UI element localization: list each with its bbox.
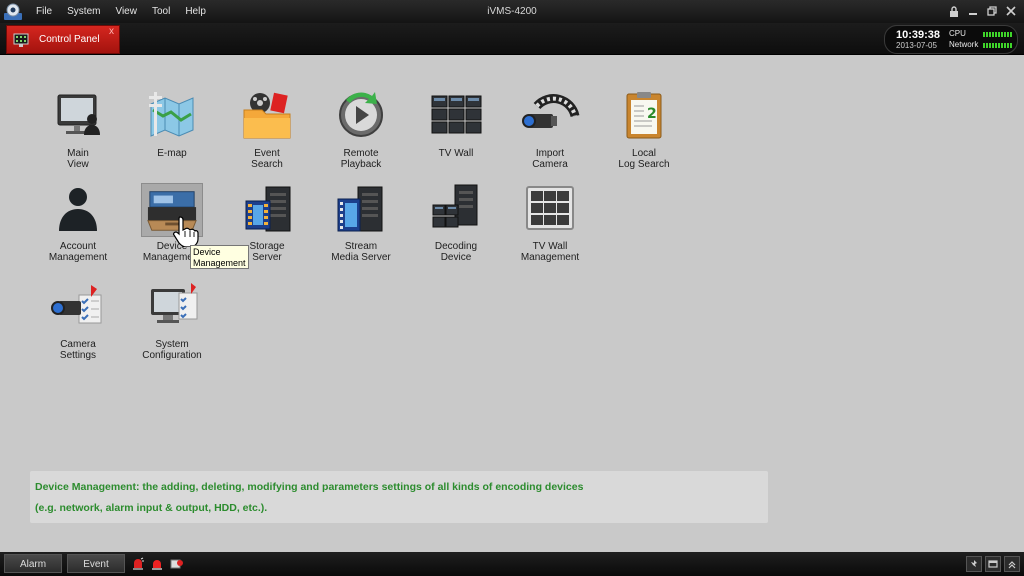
module-label-line1: Event <box>254 148 280 159</box>
fullscreen-icon[interactable] <box>985 556 1001 572</box>
module-label-line1: TV Wall <box>438 148 474 159</box>
app-logo-icon <box>3 2 23 21</box>
module-camera-settings[interactable]: Camera Settings <box>30 281 126 371</box>
collapse-up-icon[interactable] <box>1004 556 1020 572</box>
module-label-line2: Settings <box>59 350 97 361</box>
tab-control-panel[interactable]: Control Panel x <box>6 25 120 54</box>
network-label: Network <box>949 40 979 49</box>
module-label-line2: Management <box>48 252 108 263</box>
user-silhouette-icon <box>47 183 109 237</box>
stream-server-icon <box>330 183 392 237</box>
camera-settings-icon <box>47 281 109 335</box>
module-label-line1: E-map <box>157 148 187 159</box>
module-tv-wall-management[interactable]: TV Wall Management <box>502 183 598 273</box>
decoder-icon <box>425 183 487 237</box>
clipboard-icon: 2 <box>613 90 675 144</box>
tooltip-line2: Management <box>193 258 246 268</box>
cpu-label: CPU <box>949 29 966 38</box>
module-label-line1: Import <box>535 148 565 159</box>
module-label-line2: Device <box>440 252 472 263</box>
module-label-line1: System <box>155 339 189 350</box>
tv-wall-icon <box>425 90 487 144</box>
alarm-light-icon[interactable] <box>151 557 163 571</box>
module-label-line2: Log Search <box>618 159 670 170</box>
module-account-management[interactable]: Account Management <box>30 183 126 273</box>
module-label-line1: Remote <box>343 148 379 159</box>
module-decoding-device[interactable]: Decoding Device <box>408 183 504 273</box>
control-panel-icon <box>13 32 29 48</box>
module-label-line2: Camera <box>532 159 568 170</box>
event-tab[interactable]: Event <box>67 554 125 573</box>
svg-text:2: 2 <box>647 106 657 122</box>
menu-bar: File System View Tool Help iVMS-4200 <box>0 0 1024 23</box>
camera-film-icon <box>519 90 581 144</box>
description-panel: Device Management: the adding, deleting,… <box>30 471 768 523</box>
module-label-line1: TV Wall <box>532 241 568 252</box>
module-label-line1: Main <box>67 148 89 159</box>
grid-screen-icon <box>519 183 581 237</box>
event-folder-icon <box>236 90 298 144</box>
module-local-log-search[interactable]: 2 Local Log Search <box>596 90 692 180</box>
network-meter <box>983 43 1013 48</box>
module-label-line2: Configuration <box>142 350 202 361</box>
module-e-map[interactable]: E-map <box>124 90 220 180</box>
description-line1: Device Management: the adding, deleting,… <box>35 481 584 493</box>
module-tv-wall[interactable]: TV Wall <box>408 90 504 180</box>
window-controls <box>942 4 1018 18</box>
module-label-line2: Media Server <box>331 252 391 263</box>
tooltip-line1: Device <box>193 247 221 257</box>
playback-icon <box>330 90 392 144</box>
menu-view[interactable]: View <box>115 0 137 23</box>
menu-file[interactable]: File <box>36 0 52 23</box>
module-event-search[interactable]: Event Search <box>219 90 315 180</box>
module-label-line1: Camera <box>60 339 96 350</box>
monitor-settings-icon <box>141 281 203 335</box>
module-system-configuration[interactable]: System Configuration <box>124 281 220 371</box>
tooltip: Device Management <box>190 245 249 269</box>
pin-icon[interactable] <box>966 556 982 572</box>
module-label-line1: Decoding <box>434 241 478 252</box>
menu-help[interactable]: Help <box>185 0 206 23</box>
module-label-line2: View <box>67 159 89 170</box>
module-import-camera[interactable]: Import Camera <box>502 90 598 180</box>
module-label-line2: Playback <box>340 159 382 170</box>
minimize-icon[interactable] <box>966 4 980 18</box>
module-label-line1: Local <box>632 148 656 159</box>
storage-server-icon <box>236 183 298 237</box>
status-panel: 10:39:38 2013-07-05 CPU Network <box>884 25 1018 54</box>
alarm-sound-icon[interactable] <box>132 557 144 571</box>
main-menu: File System View Tool Help <box>36 0 221 23</box>
control-panel: Main View E-map Event Search Remote Play… <box>0 55 1024 552</box>
cpu-meter <box>983 32 1013 37</box>
tab-label: Control Panel <box>39 34 100 45</box>
bottom-bar: Alarm Event <box>0 552 1024 576</box>
tab-close-icon[interactable]: x <box>109 27 114 37</box>
module-remote-playback[interactable]: Remote Playback <box>313 90 409 180</box>
lock-icon[interactable] <box>947 4 961 18</box>
hand-cursor-icon <box>172 215 202 248</box>
module-label-line1: Stream <box>344 241 378 252</box>
alarm-tab[interactable]: Alarm <box>4 554 62 573</box>
clock-time: 10:39:38 <box>896 29 941 41</box>
restore-icon[interactable] <box>985 4 999 18</box>
map-icon <box>141 90 203 144</box>
monitor-user-icon <box>47 90 109 144</box>
clock-date: 2013-07-05 <box>896 41 937 50</box>
module-stream-media-server[interactable]: Stream Media Server <box>313 183 409 273</box>
module-main-view[interactable]: Main View <box>30 90 126 180</box>
description-line2: (e.g. network, alarm input & output, HDD… <box>35 502 268 514</box>
tab-bar: Control Panel x 10:39:38 2013-07-05 CPU … <box>0 23 1024 55</box>
close-icon[interactable] <box>1004 4 1018 18</box>
alarm-settings-icon[interactable] <box>170 557 183 571</box>
module-label-line2: Search <box>251 159 283 170</box>
module-label-line2: Management <box>520 252 580 263</box>
menu-system[interactable]: System <box>67 0 100 23</box>
module-label-line1: Account <box>59 241 97 252</box>
menu-tool[interactable]: Tool <box>152 0 170 23</box>
